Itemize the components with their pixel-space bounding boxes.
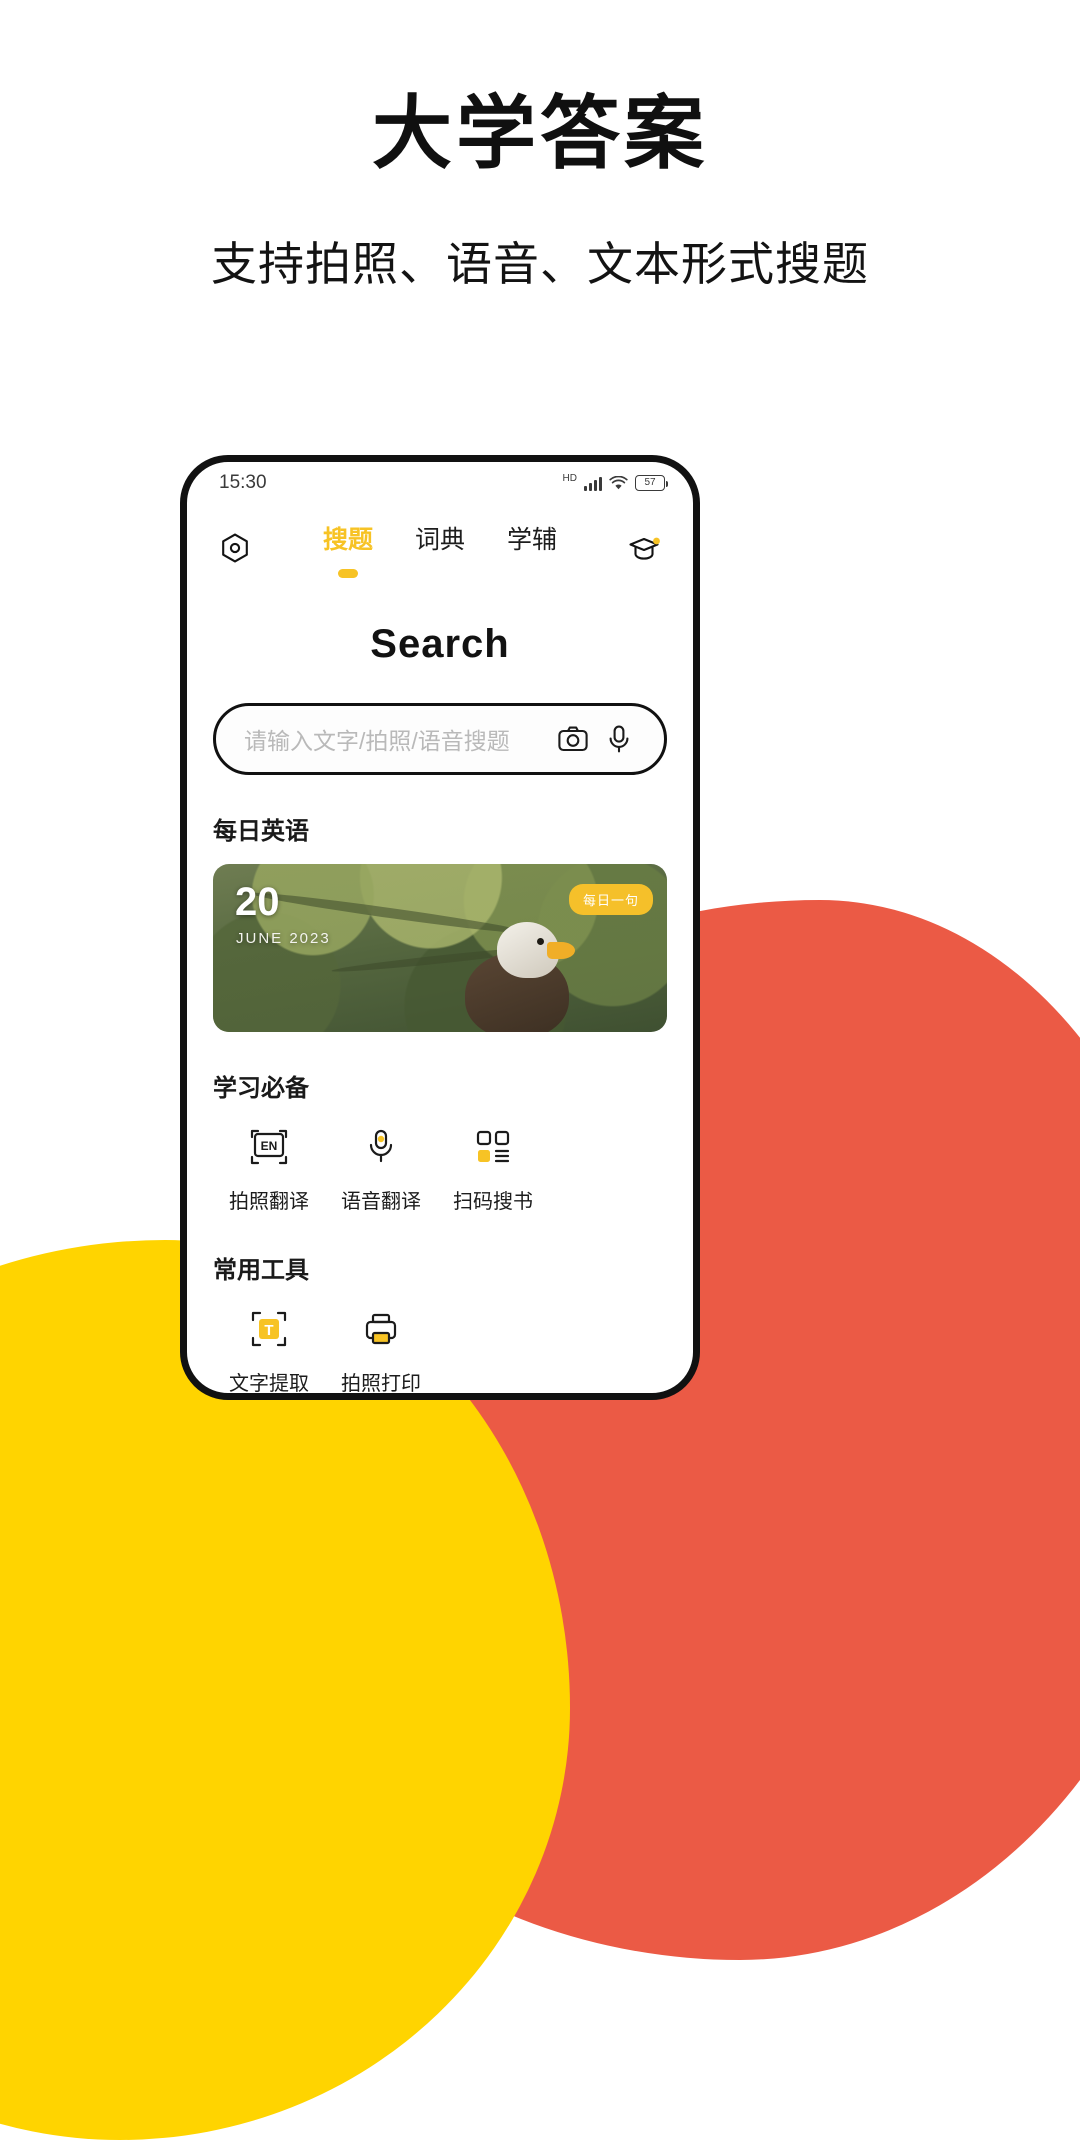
tab-label: 搜题	[322, 526, 373, 554]
status-time: 15:30	[219, 472, 267, 493]
tool-label: 拍照打印	[341, 1373, 421, 1393]
tool-scan-book[interactable]: 扫码搜书	[437, 1121, 549, 1214]
daily-date-day: 20	[235, 880, 280, 924]
promo-header: 大学答案 支持拍照、语音、文本形式搜题	[0, 0, 1080, 294]
tab-xuefu[interactable]: 学辅	[507, 520, 557, 556]
tool-label: 拍照翻译	[229, 1191, 309, 1213]
tab-label: 词典	[414, 526, 465, 554]
wifi-icon	[609, 475, 628, 491]
tab-label: 学辅	[507, 526, 558, 554]
tool-photo-print[interactable]: 拍照打印	[325, 1303, 437, 1393]
tab-cidian[interactable]: 词典	[415, 520, 465, 556]
battery-level: 57	[644, 477, 656, 488]
battery-icon: 57	[635, 475, 668, 491]
nav-tab-list: 搜题 词典 学辅	[323, 520, 557, 578]
common-tools-list: T 文字提取 拍照打印	[213, 1303, 667, 1393]
active-tab-indicator	[337, 569, 358, 578]
photo-print-icon	[325, 1303, 437, 1355]
tab-soti[interactable]: 搜题	[323, 520, 373, 578]
voice-translate-icon	[325, 1121, 437, 1173]
eagle-photo	[451, 918, 581, 1032]
tool-text-extract[interactable]: T 文字提取	[213, 1303, 325, 1393]
search-placeholder: 请输入文字/拍照/语音搜题	[244, 728, 510, 754]
phone-mockup: 15:30 HD 57 搜题 词典 学辅 Search 请输入文字/拍照/语音搜…	[180, 455, 700, 1400]
tool-label: 文字提取	[229, 1373, 309, 1393]
camera-icon[interactable]	[550, 726, 596, 752]
tool-label: 语音翻译	[341, 1191, 421, 1213]
section-title-study-essentials: 学习必备	[213, 1075, 309, 1102]
daily-english-card[interactable]: 20 JUNE 2023 每日一句	[213, 864, 667, 1032]
text-extract-icon: T	[213, 1303, 325, 1355]
tool-voice-translate[interactable]: 语音翻译	[325, 1121, 437, 1214]
top-navigation: 搜题 词典 学辅	[187, 504, 693, 582]
daily-date-month-year: JUNE 2023	[236, 930, 331, 947]
page-title: 大学答案	[372, 89, 708, 178]
signal-bars-icon	[584, 476, 602, 491]
hd-label: HD	[562, 472, 577, 484]
daily-sentence-badge: 每日一句	[568, 884, 653, 915]
photo-translate-icon: EN	[213, 1121, 325, 1173]
section-title-common-tools: 常用工具	[213, 1257, 309, 1284]
page-subtitle: 支持拍照、语音、文本形式搜题	[211, 238, 869, 290]
phone-content: Search 请输入文字/拍照/语音搜题 每日英语 20 JUNE 2023 每…	[187, 582, 693, 1393]
microphone-icon[interactable]	[596, 725, 642, 753]
graduation-cap-icon[interactable]	[623, 527, 667, 571]
study-essentials-list: EN 拍照翻译 语音翻译 扫码搜书	[213, 1121, 667, 1214]
svg-text:T: T	[264, 1322, 273, 1339]
section-title-daily-english: 每日英语	[213, 818, 309, 845]
hexagon-camera-icon[interactable]	[213, 527, 257, 571]
tool-label: 扫码搜书	[453, 1191, 533, 1213]
search-input[interactable]: 请输入文字/拍照/语音搜题	[213, 703, 667, 775]
status-bar: 15:30 HD 57	[187, 462, 693, 504]
search-heading: Search	[370, 622, 510, 666]
svg-text:EN: EN	[261, 1139, 278, 1153]
tool-photo-translate[interactable]: EN 拍照翻译	[213, 1121, 325, 1214]
scan-book-icon	[437, 1121, 549, 1173]
